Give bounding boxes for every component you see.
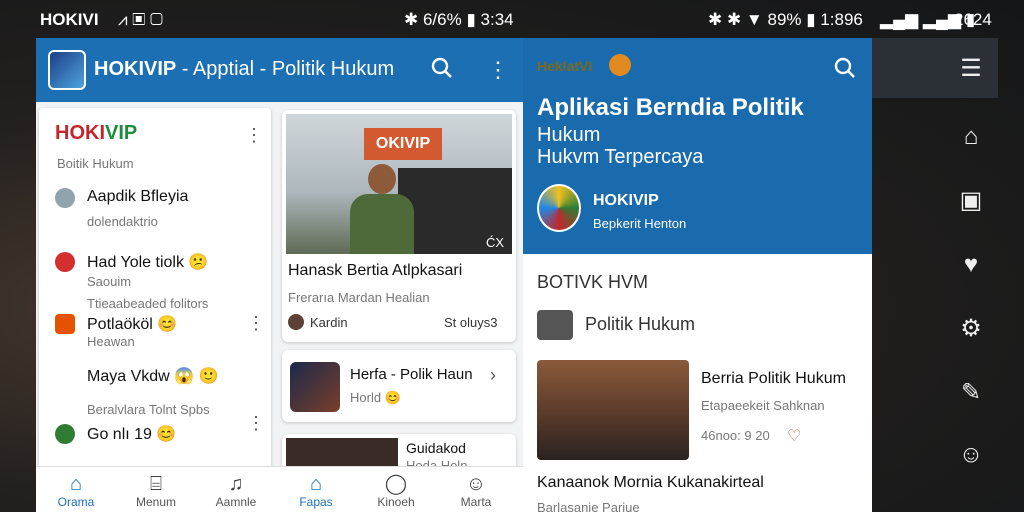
home-icon[interactable]: ⌂ — [956, 122, 986, 152]
side-rail: ☰ ⌂ ▣ ♥ ⚙ ✎ ☺ — [872, 38, 998, 512]
nav-fapas[interactable]: ⌂ Fapas — [286, 473, 346, 509]
list-item-sub: Saouim — [87, 274, 132, 289]
article-meta: 46noo: 9 20 — [701, 428, 770, 443]
more-vert-icon[interactable]: ⋮ — [247, 414, 265, 432]
chat-icon[interactable]: ☺ — [956, 440, 986, 470]
bottom-nav: ⌂ Orama ⌸ Menum ♫ Aamnle ⌂ Fapas ◯ Kinoeh ☺ Ma… — [36, 466, 523, 512]
list-item-title[interactable]: Maya Vkdw 😱 🙂 — [87, 366, 218, 386]
hero-brand: HOKIVIP — [593, 192, 659, 209]
feature-author: Kardin — [310, 315, 348, 330]
hero-line2: Hukum — [537, 124, 601, 146]
hero-logo-mark — [609, 54, 631, 76]
person-icon: ☺ — [465, 473, 487, 495]
author-avatar — [288, 314, 304, 330]
pen-icon[interactable]: ✎ — [956, 378, 986, 408]
hero-title: Aplikasi Berndia Politik — [537, 94, 804, 121]
left-card-subtitle: Boitik Hukum — [57, 156, 134, 171]
list-item-title[interactable]: Had Yole tiolk 😕 — [87, 252, 208, 272]
list-card-title: Herfa - Polik Haun — [350, 366, 473, 383]
list-item-title[interactable]: Aapdik Bfleyia — [87, 188, 188, 206]
feature-sign: OKIVIP — [364, 128, 442, 160]
bell-icon: ♫ — [228, 473, 244, 495]
feature-sub: Frerarıa Mardan Healian — [288, 290, 430, 305]
hero-sub: Bepkerit Henton — [593, 216, 687, 231]
category-label[interactable]: Politik Hukum — [585, 314, 695, 335]
feature-overlay: ĆX — [485, 235, 504, 250]
flame-icon — [55, 314, 75, 334]
footer-title[interactable]: Kanaanok Mornia Kukanakirteal — [537, 474, 764, 492]
list-item-sub: Beralvlara Tolnt Spbs — [87, 402, 210, 417]
app-title: HOKIVIP - Apptial - Politik Hukum — [94, 58, 395, 80]
list-item-title[interactable]: Potlaököl 😊 — [87, 314, 177, 334]
bank-icon: ⌸ — [150, 473, 162, 495]
hero-banner: HeklatVI Aplikasi Berndia Politik Hukum … — [523, 38, 872, 254]
home-icon: ⌂ — [309, 473, 323, 495]
nav-home[interactable]: ⌂ Orama — [46, 473, 106, 509]
section-title: BOTIVK HVM — [537, 272, 649, 292]
signal-icon: ⩘ ▣ ▢ — [118, 10, 163, 29]
app-logo — [48, 50, 86, 90]
right-panel: HeklatVI Aplikasi Berndia Politik Hukum … — [523, 38, 872, 512]
feature-card[interactable]: OKIVIP ĆX Hanask Bertia Atlpkasari Frera… — [282, 110, 516, 342]
article-sub: Etapaeekeit Sahknan — [701, 398, 825, 413]
person-figure — [346, 164, 418, 254]
search-icon[interactable] — [831, 56, 859, 84]
hero-line3: Hukvm Terpercaya — [537, 146, 704, 168]
check-icon — [55, 252, 75, 272]
list-card-sub: Horld 😊 — [350, 390, 401, 405]
feature-image: OKIVIP ĆX — [286, 114, 512, 254]
home-icon: ⌂ — [69, 473, 83, 495]
status-left-text: HOKIVI — [40, 10, 99, 29]
status-center-right: ✱ ✱ ▼ 89% ▮ 1:896 — [708, 10, 863, 29]
circle-icon: ◯ — [384, 473, 408, 495]
heart-icon[interactable]: ♥ — [956, 250, 986, 280]
list-item-sub: Heawan — [87, 334, 135, 349]
app-bar: HOKIVIP - Apptial - Politik Hukum ⋮ — [36, 38, 523, 102]
footer-sub: Barlasanie Pariue — [537, 500, 640, 512]
list-item-sub: dolendaktrio — [87, 214, 158, 229]
list-card[interactable]: Herfa - Polik Haun Horld 😊 › — [282, 350, 516, 422]
left-card: HOKIVIP ⋮ Boitik Hukum Aapdik Bfleyia do… — [39, 108, 271, 492]
feature-meta: St oluys3 — [444, 315, 498, 330]
article-title[interactable]: Berria Politik Hukum — [701, 370, 846, 388]
nav-profile[interactable]: ☺ Marta — [446, 473, 506, 509]
inbox-icon[interactable]: ▣ — [956, 186, 986, 216]
nav-menu[interactable]: ⌸ Menum — [126, 473, 186, 509]
nav-notifications[interactable]: ♫ Aamnle — [206, 473, 266, 509]
settings-icon[interactable]: ⚙ — [956, 314, 986, 344]
list-card-thumb — [290, 362, 340, 412]
more-vert-icon[interactable]: ⋮ — [247, 314, 265, 332]
heart-icon[interactable]: ♡ — [787, 426, 801, 446]
list-item-extra: Ttieaabeaded folitors — [87, 296, 209, 311]
chevron-right-icon[interactable]: › — [490, 366, 496, 384]
status-bar: HOKIVI ⩘ ▣ ▢ ✱ 6/6% ▮ 3:34 ✱ ✱ ▼ 89% ▮ 1… — [0, 0, 1024, 40]
hero-logo-text: HeklatVI — [537, 58, 593, 74]
list-item-title[interactable]: Go nlı 19 😊 — [87, 424, 176, 444]
more-vert-icon[interactable]: ⋮ — [484, 56, 512, 84]
hexagon-icon — [55, 188, 75, 208]
chat-icon — [55, 424, 75, 444]
article-image[interactable] — [537, 360, 689, 460]
briefcase-icon — [537, 310, 573, 340]
feature-title: Hanask Bertia Atlpkasari — [288, 262, 463, 279]
more-vert-icon[interactable]: ⋮ — [245, 126, 263, 144]
hero-emblem — [537, 184, 581, 232]
menu-icon[interactable]: ☰ — [956, 54, 986, 84]
brand-logo-text: HOKIVIP — [55, 122, 138, 144]
search-icon[interactable] — [428, 56, 456, 84]
status-time: 2624 — [954, 10, 992, 29]
status-center-left: ✱ 6/6% ▮ 3:34 — [404, 10, 514, 29]
app-window: HOKIVIP - Apptial - Politik Hukum ⋮ HOKI… — [36, 38, 872, 512]
nav-kinoeh[interactable]: ◯ Kinoeh — [366, 473, 426, 509]
partial-title: Guidakod — [406, 440, 466, 456]
